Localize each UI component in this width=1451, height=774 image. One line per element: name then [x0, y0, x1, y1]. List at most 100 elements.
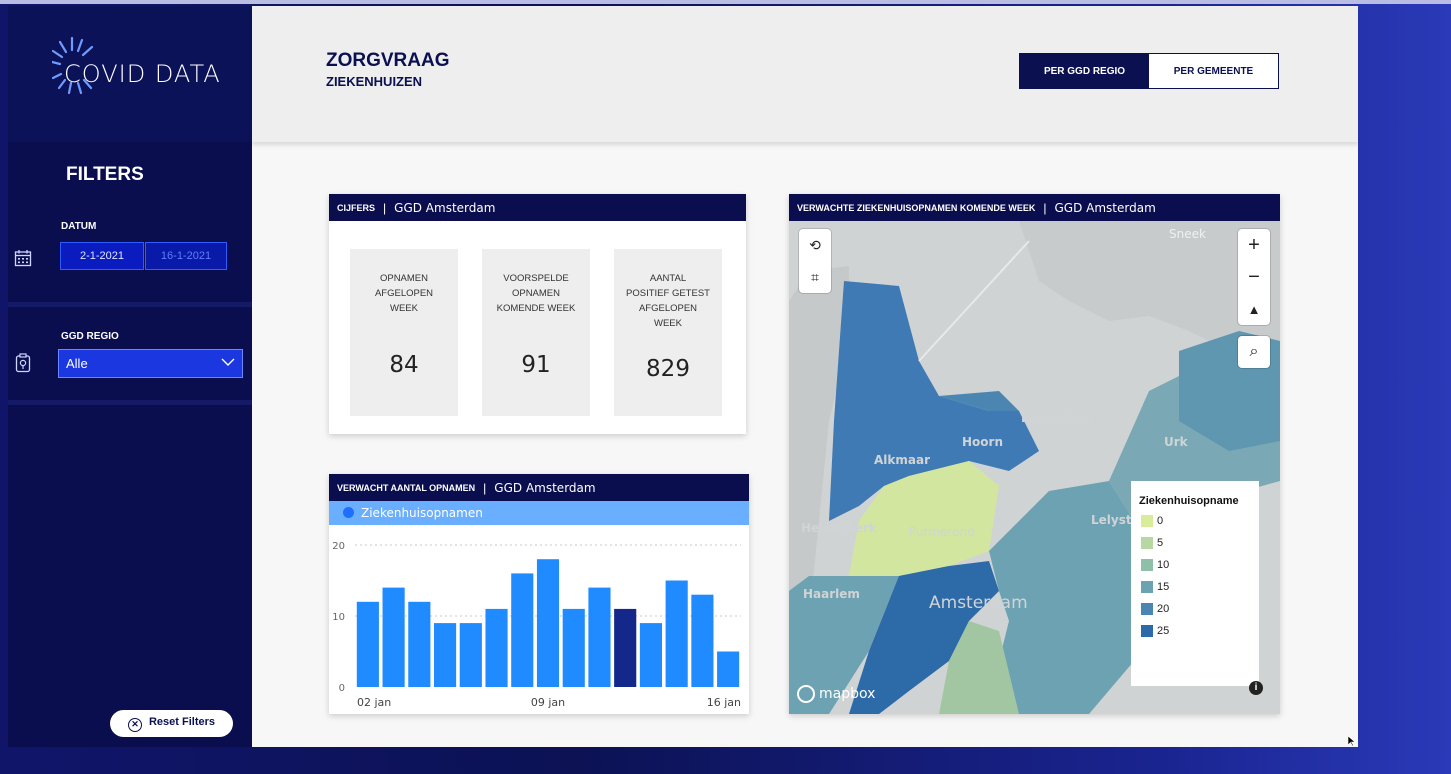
legend-label: Ziekenhuisopnamen	[361, 506, 483, 520]
kpi-value: 84	[389, 352, 419, 378]
forecast-title: VERWACHT AANTAL OPNAMEN	[337, 482, 476, 493]
kpi-label-line: POSITIEF GETEST	[626, 288, 710, 299]
sidebar: COVID DATA FILTERS DATUM 2-1-2021 16-1-2…	[8, 6, 252, 747]
kpi-label: OPNAMEN AFGELOPEN WEEK	[350, 271, 458, 316]
forecast-region: GGD Amsterdam	[494, 480, 596, 495]
compass-icon[interactable]: ▲	[1238, 293, 1270, 325]
close-circle-icon: ✕	[127, 717, 142, 732]
bar	[717, 651, 740, 687]
kpi-label-line: VOORSPELDE	[503, 273, 569, 284]
kpi-label-line: OPNAMEN	[511, 288, 561, 299]
cijfers-card-header: CIJFERS | GGD Amsterdam	[329, 194, 746, 221]
ggd-regio-label: GGD REGIO	[61, 331, 119, 342]
kpi-label-line: AANTAL	[649, 273, 687, 284]
map-zoom-controls: + − ▲	[1238, 229, 1270, 325]
cijfers-region: GGD Amsterdam	[394, 200, 496, 215]
lasso-icon[interactable]: ⟲	[799, 229, 831, 261]
chevron-down-icon	[221, 358, 235, 366]
kpi-tile: AANTAL POSITIEF GETEST AFGELOPEN WEEK 82…	[614, 249, 722, 416]
bar	[356, 601, 379, 687]
datum-label: DATUM	[61, 221, 97, 232]
kpi-value: 91	[521, 352, 551, 378]
kpi-label: VOORSPELDE OPNAMEN KOMENDE WEEK	[482, 271, 590, 316]
forecast-card: VERWACHT AANTAL OPNAMEN | GGD Amsterdam …	[329, 474, 749, 714]
mapbox-logo-icon	[797, 685, 815, 703]
per-ggd-regio-button[interactable]: PER GGD REGIO	[1020, 54, 1149, 88]
header-separator: |	[483, 480, 487, 495]
legend-swatch	[1141, 537, 1153, 549]
view-toggle: PER GGD REGIO PER GEMEENTE	[1019, 53, 1279, 89]
legend-item-label: 15	[1157, 581, 1170, 593]
zoom-in-icon[interactable]: +	[1238, 229, 1270, 261]
x-tick-label: 16 jan	[707, 696, 741, 709]
logo-text: COVID DATA	[64, 60, 221, 88]
page-subtitle: ZIEKENHUIZEN	[326, 74, 423, 89]
bar	[382, 587, 405, 687]
date-from-field[interactable]: 2-1-2021	[60, 242, 144, 270]
map-legend-title: Ziekenhuisopname	[1139, 495, 1239, 507]
forecast-bar-chart: 0 10 20 02 jan 09 jan 16 jan	[332, 541, 741, 709]
bar	[408, 601, 431, 687]
bar	[588, 587, 611, 687]
ggd-regio-value: Alle	[66, 356, 88, 371]
legend-item-label: 25	[1157, 625, 1170, 637]
city-label: Sneek	[1169, 227, 1206, 241]
filters-title: FILTERS	[66, 164, 144, 185]
sidebar-divider	[8, 302, 252, 307]
ggd-regio-select[interactable]: Alle	[58, 349, 243, 378]
city-label: Urk	[1164, 435, 1188, 449]
reset-filters-button[interactable]: ✕ Reset Filters	[110, 710, 233, 737]
bar	[614, 608, 637, 687]
per-gemeente-button[interactable]: PER GEMEENTE	[1149, 54, 1278, 88]
forecast-card-header: VERWACHT AANTAL OPNAMEN | GGD Amsterdam	[329, 474, 749, 501]
y-tick-label: 20	[332, 541, 345, 552]
city-label: Enkhuizen	[1021, 411, 1091, 425]
city-label: Purmerend	[909, 525, 975, 539]
legend-swatch	[1141, 581, 1153, 593]
map-card: VERWACHTE ZIEKENHUISOPNAMEN KOMENDE WEEK…	[789, 194, 1280, 714]
legend-item-label: 10	[1157, 559, 1170, 571]
choropleth-map[interactable]: ⟲ ⌗ + − ▲ ⌕ Sneek Enkhuizen Hoorn Alkmaa…	[789, 221, 1280, 714]
page-header: ZORGVRAAG ZIEKENHUIZEN PER GGD REGIO PER…	[252, 6, 1358, 142]
bar	[511, 573, 534, 687]
date-to-field[interactable]: 16-1-2021	[145, 242, 227, 270]
chart-legend: Ziekenhuisopnamen	[329, 501, 749, 525]
legend-swatch	[1141, 515, 1153, 527]
legend-dot	[343, 507, 354, 518]
window-top-border	[0, 0, 1451, 4]
magnifier-icon[interactable]: ⌕	[1238, 336, 1270, 368]
mouse-cursor-icon	[1348, 736, 1356, 746]
info-icon[interactable]: i	[1249, 681, 1263, 695]
x-tick-label: 09 jan	[531, 696, 565, 709]
map-draw-tools: ⟲ ⌗	[799, 229, 831, 293]
kpi-label-line: AFGELOPEN	[374, 288, 434, 299]
mapbox-logo[interactable]: mapbox	[797, 685, 875, 703]
mapbox-logo-text: mapbox	[819, 686, 876, 702]
city-label: Haarlem	[803, 587, 860, 601]
bar	[434, 623, 457, 687]
kpi-value: 829	[646, 356, 690, 382]
header-separator: |	[383, 200, 387, 215]
bar	[691, 594, 714, 687]
kpi-label-line: AFGELOPEN	[638, 303, 698, 314]
reset-filters-label: Reset Filters	[148, 715, 216, 728]
map-search-control: ⌕	[1238, 336, 1270, 368]
x-tick-label: 02 jan	[357, 696, 391, 709]
rectangle-select-icon[interactable]: ⌗	[799, 261, 831, 293]
bar	[639, 623, 662, 687]
header-separator: |	[1043, 200, 1047, 215]
map-legend-item: 0	[1141, 514, 1163, 528]
map-legend-item: 10	[1141, 558, 1169, 572]
zoom-out-icon[interactable]: −	[1238, 261, 1270, 293]
legend-item-label: 20	[1157, 603, 1170, 615]
kpi-tile: OPNAMEN AFGELOPEN WEEK 84	[350, 249, 458, 416]
legend-item-label: 0	[1157, 515, 1164, 527]
map-card-header: VERWACHTE ZIEKENHUISOPNAMEN KOMENDE WEEK…	[789, 194, 1280, 221]
map-region: GGD Amsterdam	[1054, 200, 1156, 215]
kpi-label-line: KOMENDE WEEK	[496, 303, 576, 314]
map-legend-item: 15	[1141, 580, 1169, 594]
city-label: Alkmaar	[874, 453, 930, 467]
legend-item-label: 5	[1157, 537, 1164, 549]
kpi-label-line: WEEK	[390, 303, 418, 314]
y-tick-label: 0	[339, 683, 345, 694]
